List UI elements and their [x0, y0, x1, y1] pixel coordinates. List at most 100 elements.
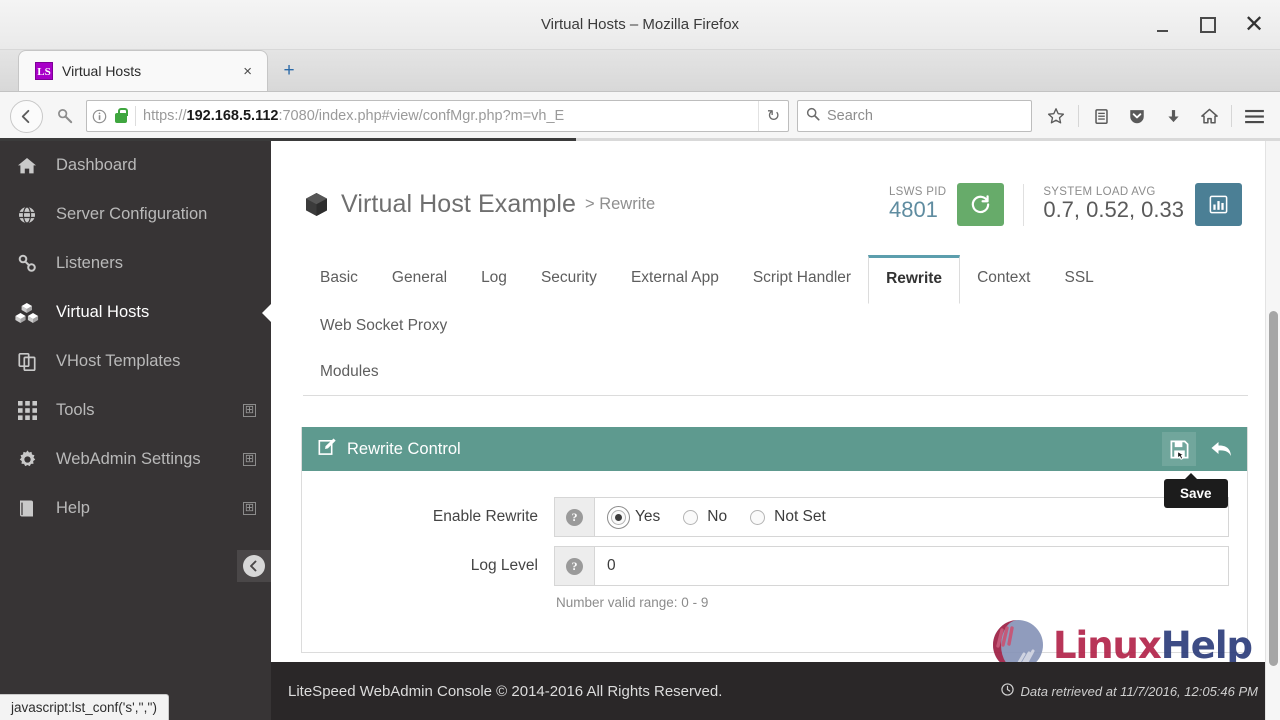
url-host: 192.168.5.112 — [186, 108, 279, 124]
url-divider — [135, 106, 136, 126]
window-title: Virtual Hosts – Mozilla Firefox — [540, 16, 740, 33]
chart-icon[interactable] — [1195, 183, 1242, 226]
breadcrumb-current: Rewrite — [599, 195, 656, 213]
sidebar-item-dashboard[interactable]: Dashboard — [0, 141, 271, 190]
sidebar-item-server-configuration[interactable]: Server Configuration — [0, 190, 271, 239]
page-viewport: Dashboard Server Configuration Listeners — [0, 141, 1280, 720]
save-tooltip: Save — [1164, 473, 1228, 508]
breadcrumb: > Rewrite — [585, 195, 655, 214]
tab-rewrite[interactable]: Rewrite — [868, 255, 961, 304]
main-content: Virtual Host Example > Rewrite LSWS PID … — [271, 141, 1280, 720]
config-tabs-row2: Modules — [303, 349, 1248, 395]
radio-option-yes[interactable]: Yes — [604, 505, 676, 529]
field-label: Enable Rewrite — [432, 508, 538, 525]
tab-strip: LS Virtual Hosts × + — [0, 50, 1280, 92]
tab-log[interactable]: Log — [464, 255, 524, 304]
field-label: Log Level — [470, 557, 538, 574]
footer-retrieved-text: Data retrieved at 11/7/2016, 12:05:46 PM — [1020, 683, 1258, 699]
tab-context[interactable]: Context — [960, 255, 1047, 304]
radio-group-enable-rewrite: ? Yes No Not Set — [554, 497, 1229, 537]
gear-icon — [14, 449, 40, 470]
help-button[interactable]: ? — [555, 498, 595, 536]
search-input[interactable]: Search — [827, 108, 873, 124]
new-tab-button[interactable]: + — [274, 50, 304, 91]
pocket-icon[interactable] — [1121, 100, 1153, 132]
field-row-enable-rewrite: Enable Rewrite ? Yes No Not Set — [302, 497, 1247, 537]
sidebar-item-virtual-hosts[interactable]: Virtual Hosts — [0, 288, 271, 337]
back-button[interactable] — [10, 99, 43, 133]
copy-icon — [14, 352, 40, 372]
sidebar-item-label: Virtual Hosts — [56, 303, 150, 321]
close-tab-button[interactable]: × — [238, 63, 257, 80]
forward-button[interactable] — [48, 99, 82, 133]
sidebar-item-label: Help — [56, 499, 90, 517]
grid-icon — [14, 401, 40, 420]
expand-toggle-icon[interactable]: ⊞ — [243, 453, 256, 466]
browser-tab-title: Virtual Hosts — [62, 63, 142, 79]
sidebar-item-label: Server Configuration — [56, 205, 208, 223]
scrollbar-thumb[interactable] — [1269, 311, 1278, 666]
stat-system-load-avg: SYSTEM LOAD AVG 0.7, 0.52, 0.33 — [1043, 183, 1242, 226]
stat-value: 0.7, 0.52, 0.33 — [1043, 197, 1184, 222]
cubes-icon — [14, 302, 40, 324]
url-scheme: https:// — [143, 108, 187, 124]
radio-button-icon[interactable] — [750, 509, 766, 525]
log-level-input[interactable]: 0 — [595, 547, 1228, 585]
sidebar-item-label: Listeners — [56, 254, 123, 272]
radio-option-no[interactable]: No — [676, 508, 743, 526]
page-title: Virtual Host Example — [341, 190, 576, 218]
chevron-left-icon — [243, 555, 265, 577]
tab-general[interactable]: General — [375, 255, 464, 304]
link-icon — [14, 253, 40, 274]
minimize-button[interactable] — [1146, 9, 1178, 41]
url-bar[interactable]: https://192.168.5.112:7080/index.php#vie… — [86, 100, 789, 132]
sidebar-item-webadmin-settings[interactable]: WebAdmin Settings ⊞ — [0, 435, 271, 484]
radio-button-icon[interactable] — [683, 509, 699, 525]
radio-option-not-set[interactable]: Not Set — [743, 508, 842, 526]
sidebar-item-label: WebAdmin Settings — [56, 450, 201, 468]
sidebar-item-vhost-templates[interactable]: VHost Templates — [0, 337, 271, 386]
restart-icon[interactable] — [957, 183, 1005, 226]
radio-label: No — [707, 508, 728, 525]
home-icon[interactable] — [1193, 100, 1225, 132]
page-info-icon[interactable] — [87, 109, 112, 124]
book-icon — [14, 499, 40, 518]
maximize-button[interactable] — [1192, 9, 1224, 41]
home-icon — [14, 156, 40, 176]
sidebar-collapse-button[interactable] — [237, 550, 271, 582]
radio-button-icon[interactable] — [607, 505, 630, 529]
title-bar: Virtual Hosts – Mozilla Firefox ✕ — [0, 0, 1280, 50]
browser-tab[interactable]: LS Virtual Hosts × — [18, 50, 268, 91]
browser-window: Virtual Hosts – Mozilla Firefox ✕ LS Vir… — [0, 0, 1280, 720]
field-hint: Number valid range: 0 - 9 — [556, 595, 709, 610]
expand-toggle-icon[interactable]: ⊞ — [243, 404, 256, 417]
expand-toggle-icon[interactable]: ⊞ — [243, 502, 256, 515]
sidebar-item-listeners[interactable]: Listeners — [0, 239, 271, 288]
close-window-button[interactable]: ✕ — [1238, 9, 1270, 41]
save-button[interactable] — [1162, 432, 1196, 466]
tab-ssl[interactable]: SSL — [1047, 255, 1110, 304]
sidebar-item-tools[interactable]: Tools ⊞ — [0, 386, 271, 435]
menu-icon[interactable] — [1238, 100, 1270, 132]
help-button[interactable]: ? — [555, 547, 595, 585]
sidebar-item-label: Dashboard — [56, 156, 137, 174]
tab-modules[interactable]: Modules — [303, 349, 396, 396]
window-controls: ✕ — [1146, 0, 1270, 50]
stat-divider — [1023, 183, 1025, 226]
downloads-icon[interactable] — [1157, 100, 1189, 132]
tab-basic[interactable]: Basic — [303, 255, 375, 304]
footer-copyright: LiteSpeed WebAdmin Console © 2014-2016 A… — [288, 682, 723, 700]
tab-security[interactable]: Security — [524, 255, 614, 304]
tab-web-socket-proxy[interactable]: Web Socket Proxy — [303, 303, 464, 350]
library-icon[interactable] — [1085, 100, 1117, 132]
reload-button[interactable]: ↻ — [758, 101, 788, 131]
page-scrollbar[interactable] — [1265, 141, 1280, 720]
url-text: https://192.168.5.112:7080/index.php#vie… — [143, 108, 758, 124]
tab-script-handler[interactable]: Script Handler — [736, 255, 868, 304]
undo-button[interactable] — [1204, 432, 1238, 466]
tab-external-app[interactable]: External App — [614, 255, 736, 304]
bookmark-star-icon[interactable] — [1040, 100, 1072, 132]
sidebar-item-help[interactable]: Help ⊞ — [0, 484, 271, 533]
panel-header: Rewrite Control Save — [302, 427, 1247, 508]
search-bar[interactable]: Search — [797, 100, 1032, 132]
